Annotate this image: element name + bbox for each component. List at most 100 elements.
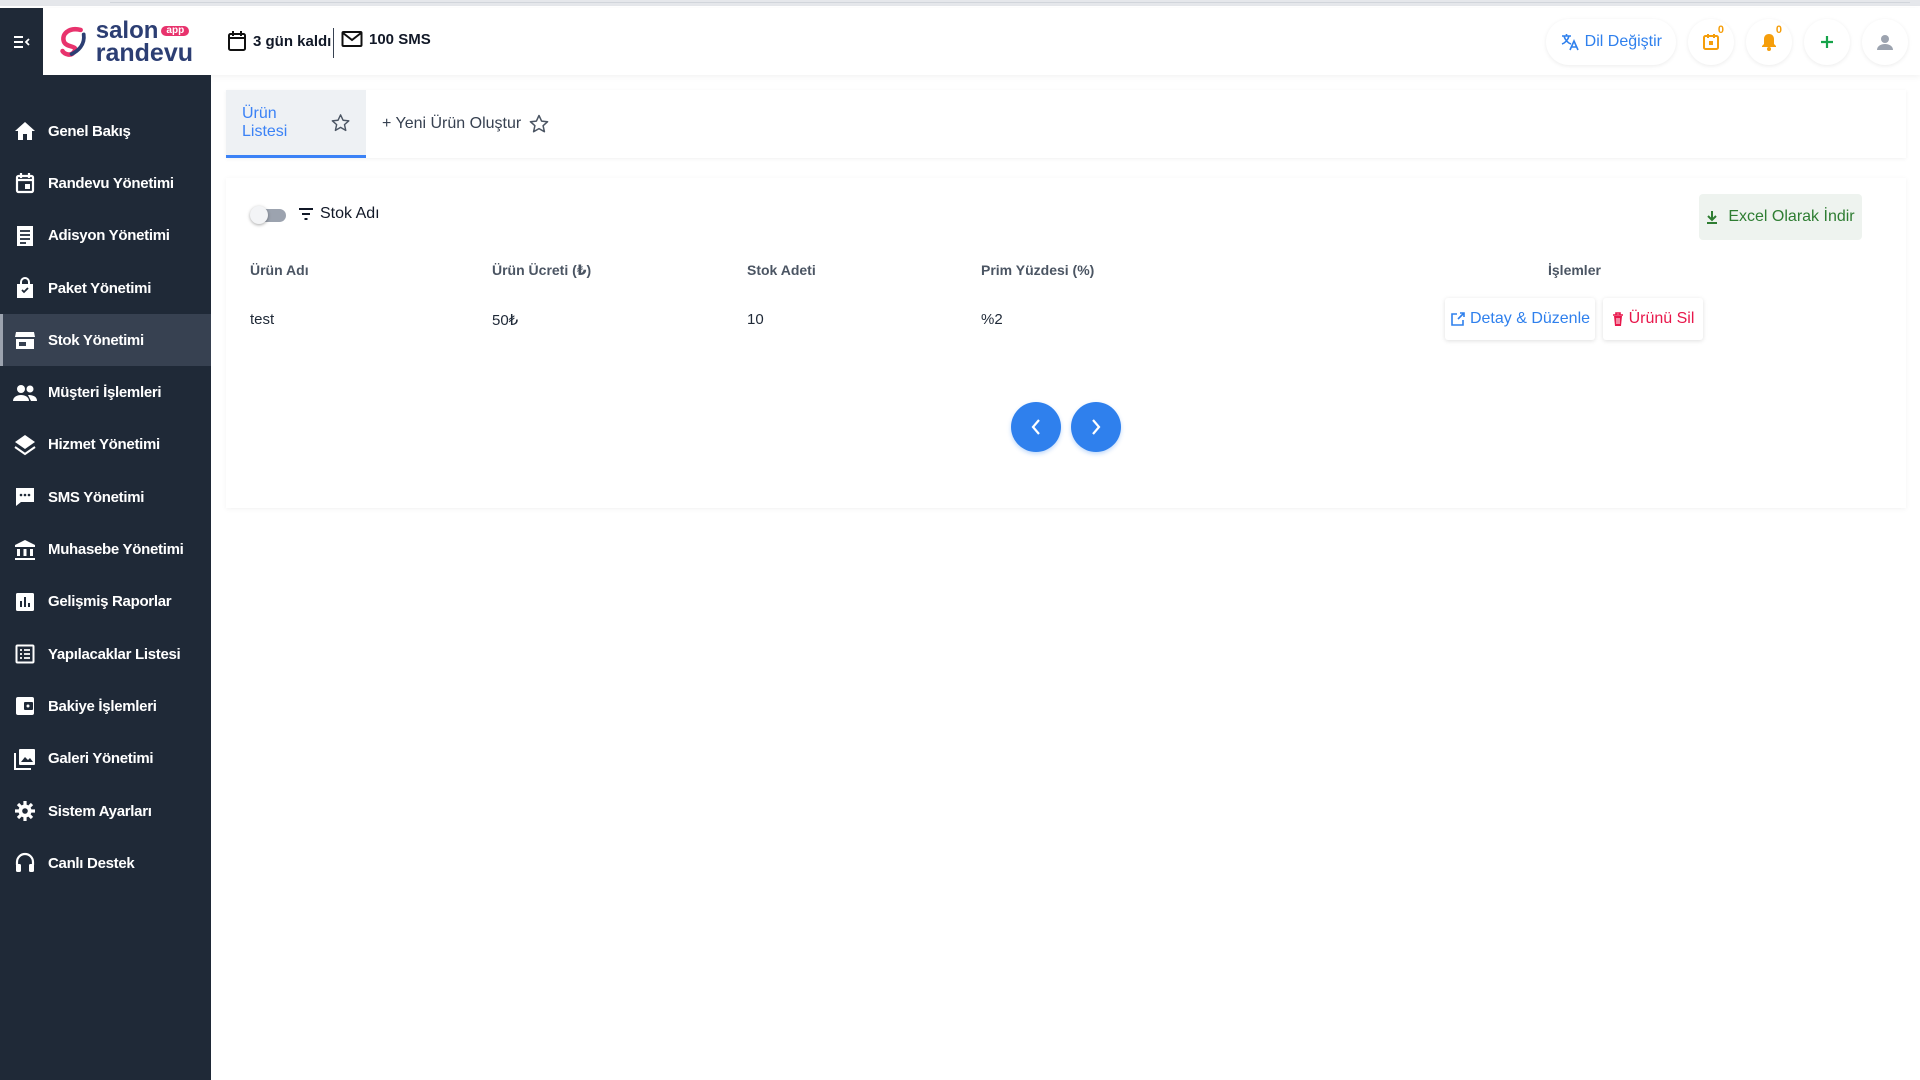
trash-icon [1612,311,1623,326]
menu-collapse-icon [13,35,30,48]
chevron-left-icon [1031,419,1040,435]
column-header-stock[interactable]: Stok Adeti [747,262,816,278]
sidebar-item-randevu[interactable]: Randevu Yönetimi [0,157,211,209]
sidebar-item-label: Muhasebe Yönetimi [48,541,184,559]
menu-collapse-button[interactable] [0,8,43,75]
sidebar-item-canli-destek[interactable]: Canlı Destek [0,837,211,889]
logo-line2: randevu [95,38,193,67]
sidebar-item-bakiye[interactable]: Bakiye İşlemleri [0,680,211,732]
excel-button-label: Excel Olarak İndir [1728,208,1855,225]
sms-count-text: 100 SMS [369,30,431,48]
notifications-button[interactable]: 0 [1746,19,1792,65]
sidebar: Genel Bakış Randevu Yönetimi Adisyon Yön… [0,75,211,1080]
column-header-commission[interactable]: Prim Yüzdesi (%) [981,262,1094,278]
sidebar-item-galeri[interactable]: Galeri Yönetimi [0,733,211,785]
calendar-badge: 0 [1717,24,1724,36]
subscription-days[interactable]: 3 gün kaldı [227,30,331,52]
gallery-icon [13,747,37,771]
filter-icon [299,208,313,220]
headset-icon [13,851,37,875]
tab-yeni-urun-olustur[interactable]: + Yeni Ürün Oluştur [366,90,565,158]
quick-add-button[interactable] [1804,19,1850,65]
sidebar-item-label: Yapılacaklar Listesi [48,645,181,663]
users-icon [13,381,37,405]
language-button-label: Dil Değiştir [1584,33,1662,50]
previous-page-button[interactable] [1011,402,1061,452]
tab-label: Ürün Listesi [242,104,288,140]
delete-product-button[interactable]: Ürünü Sil [1603,298,1703,340]
chat-icon [13,485,37,509]
tab-label: + Yeni Ürün Oluştur [382,115,522,132]
sidebar-item-muhasebe[interactable]: Muhasebe Yönetimi [0,523,211,575]
bank-icon [13,538,37,562]
edit-product-button[interactable]: Detay & Düzenle [1445,298,1595,340]
edit-button-label: Detay & Düzenle [1469,310,1591,327]
toggle-knob [250,206,268,224]
sidebar-item-sms[interactable]: SMS Yönetimi [0,471,211,523]
profile-button[interactable] [1862,19,1908,65]
sidebar-item-paket[interactable]: Paket Yönetimi [0,262,211,314]
logo-mark-icon [60,26,86,57]
sidebar-item-label: Galeri Yönetimi [48,750,154,768]
sidebar-item-sistem-ayarlari[interactable]: Sistem Ayarları [0,785,211,837]
wallet-icon [13,694,37,718]
sidebar-item-genel-bakis[interactable]: Genel Bakış [0,105,211,157]
sidebar-item-hizmet[interactable]: Hizmet Yönetimi [0,419,211,471]
bell-icon [1762,34,1776,51]
sidebar-item-label: Bakiye İşlemleri [48,697,157,715]
sms-balance[interactable]: 100 SMS [341,30,431,48]
sidebar-item-musteri[interactable]: Müşteri İşlemleri [0,366,211,418]
next-page-button[interactable] [1071,402,1121,452]
sidebar-item-label: Canlı Destek [48,854,135,872]
days-left-text: 3 gün kaldı [253,32,332,50]
filter-label: Stok Adı [320,205,380,222]
tab-urun-listesi[interactable]: Ürün Listesi [226,90,366,158]
sidebar-item-label: Stok Yönetimi [48,331,144,349]
calendar-notifications-button[interactable]: 0 [1688,19,1734,65]
star-icon[interactable] [529,114,549,134]
stock-name-filter[interactable]: Stok Adı [298,205,380,223]
home-icon [13,119,37,143]
product-list-card: Stok Adı Excel Olarak İndir Ürün Adı Ürü… [226,178,1906,508]
cell-commission: %2 [981,311,1003,328]
chart-icon [13,590,37,614]
logo-badge: app [161,25,190,37]
sidebar-item-label: Genel Bakış [48,122,131,140]
sidebar-item-label: Hizmet Yönetimi [48,436,160,454]
edit-icon [1451,311,1465,326]
header-divider [333,28,334,58]
sidebar-item-adisyon[interactable]: Adisyon Yönetimi [0,210,211,262]
cell-stock-count: 10 [747,311,764,328]
brand-logo[interactable]: salon app randevu [58,16,193,68]
sidebar-item-raporlar[interactable]: Gelişmiş Raporlar [0,576,211,628]
receipt-icon [13,224,37,248]
header-actions: Dil Değiştir 0 0 [1545,19,1908,65]
calendar-icon [228,31,246,51]
cell-product-price: 50₺ [492,312,519,329]
notification-badge: 0 [1775,24,1782,36]
user-icon [1877,35,1893,50]
sidebar-item-label: SMS Yönetimi [48,488,145,506]
translate-icon [1561,34,1579,51]
filter-toggle[interactable] [250,206,288,224]
language-button[interactable]: Dil Değiştir [1545,19,1676,65]
sidebar-item-yapilacaklar[interactable]: Yapılacaklar Listesi [0,628,211,680]
store-icon [13,328,37,352]
sidebar-item-label: Randevu Yönetimi [48,174,174,192]
column-header-actions: İşlemler [1548,262,1601,278]
column-header-name[interactable]: Ürün Adı [250,262,309,278]
star-icon[interactable] [331,113,350,133]
sidebar-item-label: Adisyon Yönetimi [48,227,170,245]
tab-bar: Ürün Listesi + Yeni Ürün Oluştur [226,90,1906,158]
browser-top-strip [0,0,1920,6]
sidebar-item-label: Müşteri İşlemleri [48,384,162,402]
column-header-price[interactable]: Ürün Ücreti (₺) [492,262,591,279]
sidebar-item-label: Paket Yönetimi [48,279,152,297]
mail-icon [341,31,363,47]
calendar-icon [13,171,37,195]
sidebar-item-label: Gelişmiş Raporlar [48,593,172,611]
sidebar-item-stok[interactable]: Stok Yönetimi [0,314,211,367]
plus-icon [1821,36,1833,48]
bag-icon [13,276,37,300]
excel-download-button[interactable]: Excel Olarak İndir [1699,194,1862,240]
